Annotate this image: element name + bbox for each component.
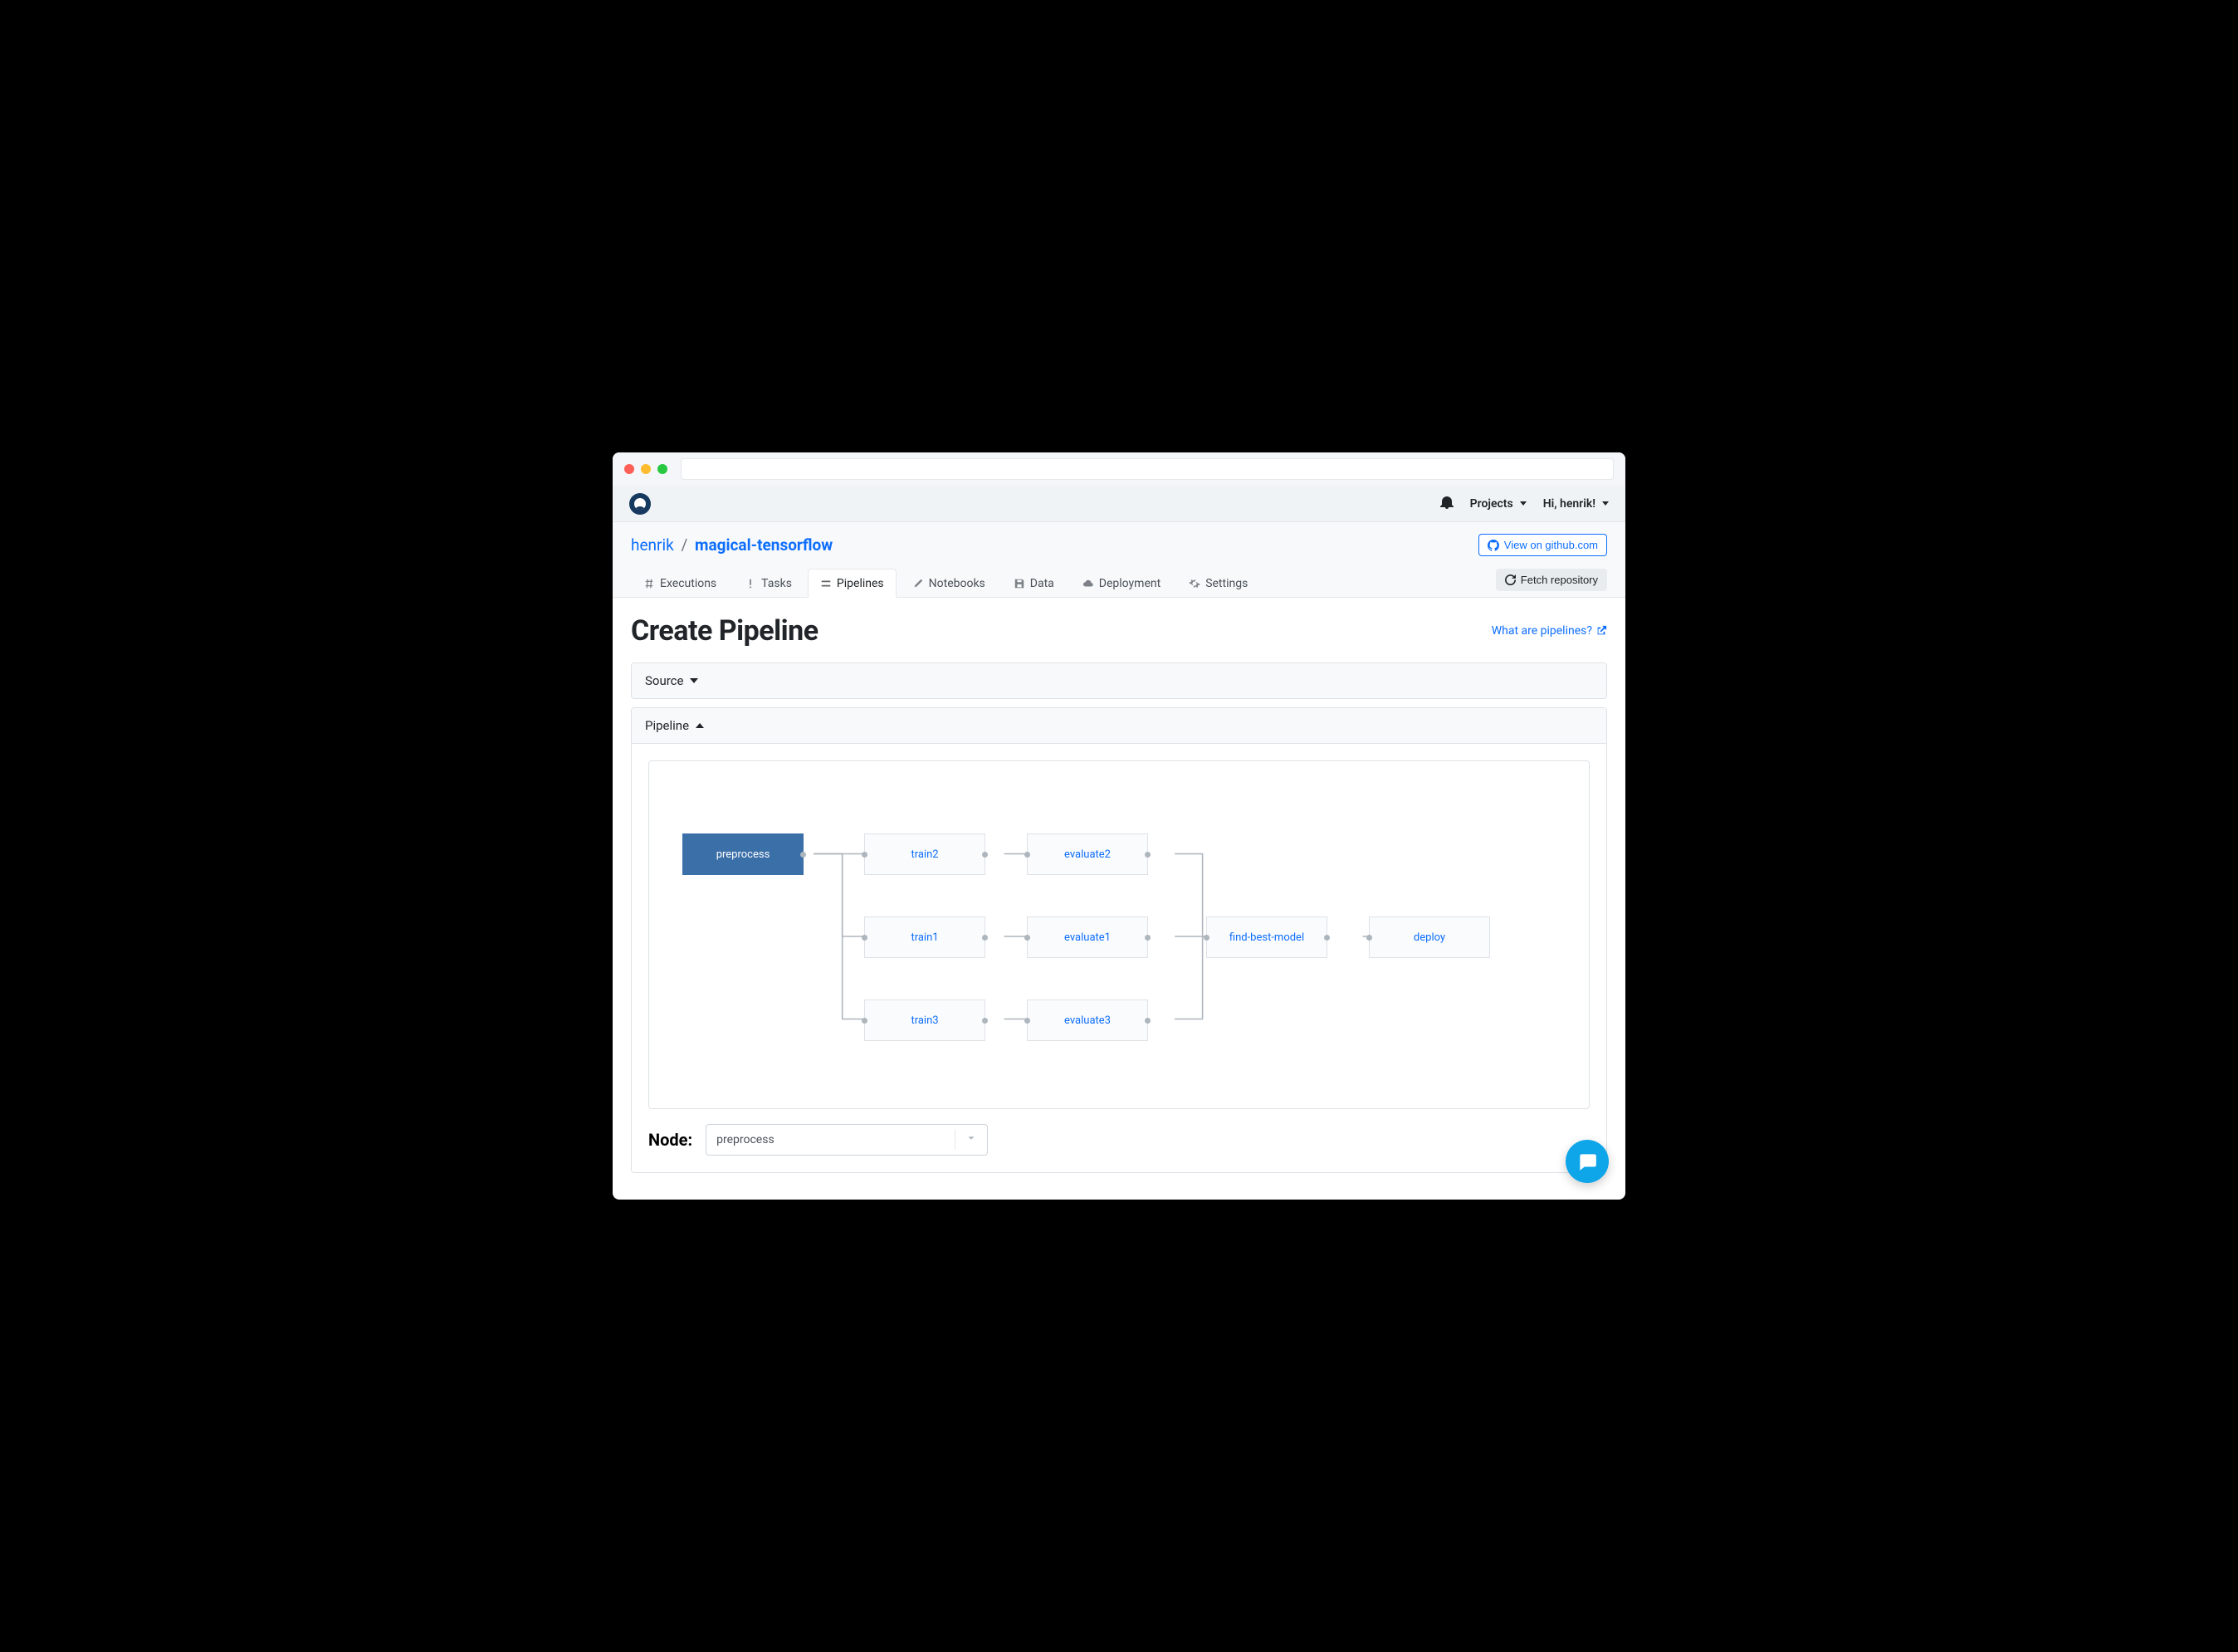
pencil-icon xyxy=(912,578,924,589)
close-window-button[interactable] xyxy=(624,464,634,474)
tab-notebooks[interactable]: Notebooks xyxy=(900,569,998,598)
titlebar xyxy=(613,452,1625,486)
node-label: Node: xyxy=(648,1130,692,1150)
window-controls xyxy=(624,464,667,474)
app-logo[interactable] xyxy=(629,493,651,515)
bell-icon[interactable] xyxy=(1440,496,1454,512)
breadcrumb-sep: / xyxy=(681,535,687,555)
node-select[interactable]: preprocess xyxy=(706,1124,988,1156)
save-icon xyxy=(1014,578,1025,589)
breadcrumb-repo[interactable]: magical-tensorflow xyxy=(695,535,833,555)
chat-widget-button[interactable] xyxy=(1566,1140,1609,1183)
graph-node-deploy[interactable]: deploy xyxy=(1369,916,1490,958)
graph-node-train3[interactable]: train3 xyxy=(864,1000,985,1041)
pipeline-icon xyxy=(820,578,832,589)
gear-icon xyxy=(1189,578,1200,589)
tab-executions[interactable]: Executions xyxy=(631,569,729,598)
help-link[interactable]: What are pipelines? xyxy=(1492,624,1607,638)
page-title: Create Pipeline xyxy=(631,614,818,648)
greeting-label: Hi, henrik! xyxy=(1543,497,1595,511)
breadcrumb: henrik / magical-tensorflow xyxy=(631,535,833,555)
url-bar[interactable] xyxy=(681,458,1614,480)
caret-down-icon xyxy=(1602,501,1609,506)
graph-node-train1[interactable]: train1 xyxy=(864,916,985,958)
user-dropdown[interactable]: Hi, henrik! xyxy=(1543,497,1609,511)
graph-node-preprocess[interactable]: preprocess xyxy=(682,833,804,875)
refresh-icon xyxy=(1505,574,1516,585)
source-panel-header[interactable]: Source xyxy=(632,663,1606,698)
fetch-repository-button[interactable]: Fetch repository xyxy=(1496,569,1607,591)
cloud-icon xyxy=(1082,578,1094,589)
tab-deployment[interactable]: Deployment xyxy=(1070,569,1173,598)
caret-down-icon xyxy=(1520,501,1527,506)
pipeline-panel: Pipeline xyxy=(631,707,1607,1173)
tab-data[interactable]: Data xyxy=(1001,569,1067,598)
tab-tasks[interactable]: Tasks xyxy=(732,569,804,598)
graph-node-evaluate3[interactable]: evaluate3 xyxy=(1027,1000,1148,1041)
tabs: Executions Tasks Pipelines Notebooks Dat… xyxy=(631,568,1260,597)
caret-down-icon xyxy=(690,678,698,683)
graph-node-find-best-model[interactable]: find-best-model xyxy=(1206,916,1327,958)
projects-dropdown[interactable]: Projects xyxy=(1470,497,1527,511)
pipeline-graph[interactable]: preprocess train2 train1 train3 xyxy=(648,760,1590,1109)
sub-header: henrik / magical-tensorflow View on gith… xyxy=(613,522,1625,598)
projects-label: Projects xyxy=(1470,497,1513,511)
main-content: Create Pipeline What are pipelines? Sour… xyxy=(613,598,1625,1200)
graph-node-evaluate2[interactable]: evaluate2 xyxy=(1027,833,1148,875)
graph-node-train2[interactable]: train2 xyxy=(864,833,985,875)
top-nav: Projects Hi, henrik! xyxy=(613,486,1625,522)
graph-node-evaluate1[interactable]: evaluate1 xyxy=(1027,916,1148,958)
caret-up-icon xyxy=(696,723,704,728)
maximize-window-button[interactable] xyxy=(657,464,667,474)
external-link-icon xyxy=(1595,625,1607,637)
minimize-window-button[interactable] xyxy=(641,464,651,474)
exclamation-icon xyxy=(745,578,756,589)
tab-pipelines[interactable]: Pipelines xyxy=(808,569,897,598)
breadcrumb-owner[interactable]: henrik xyxy=(631,535,674,555)
chevron-down-icon xyxy=(965,1132,977,1147)
tab-settings[interactable]: Settings xyxy=(1176,569,1260,598)
hash-icon xyxy=(643,578,655,589)
browser-window: Projects Hi, henrik! henrik / magical-te… xyxy=(613,452,1625,1200)
source-panel: Source xyxy=(631,662,1607,699)
pipeline-panel-header[interactable]: Pipeline xyxy=(632,708,1606,744)
chat-icon xyxy=(1576,1151,1598,1172)
github-icon xyxy=(1488,540,1499,551)
view-on-github-button[interactable]: View on github.com xyxy=(1478,534,1607,556)
